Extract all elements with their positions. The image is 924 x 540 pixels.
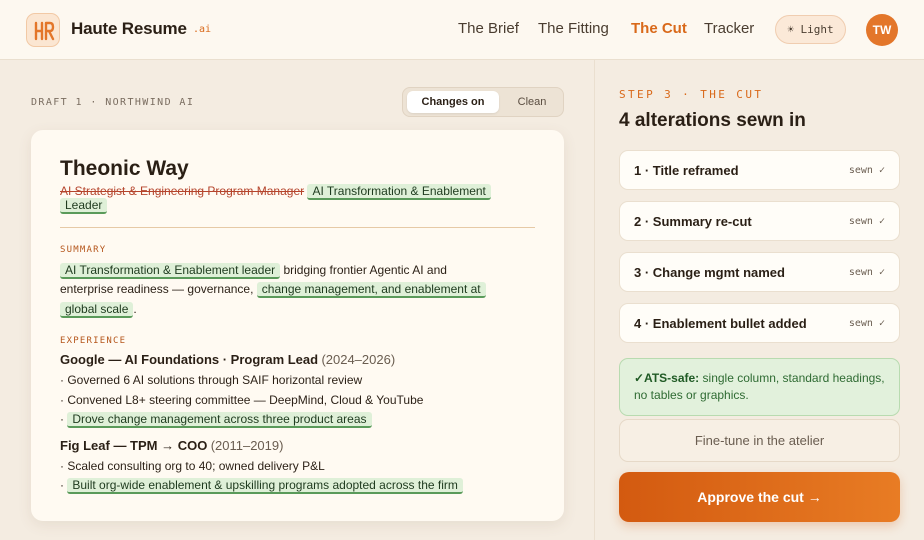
- ats-safe-notice: ✓ATS-safe: single column, standard headi…: [619, 358, 900, 416]
- job-bullet-added: · Built org-wide enablement & upskilling…: [60, 478, 463, 494]
- changes-on-button[interactable]: Changes on: [407, 91, 499, 113]
- added-summary-phrase: AI Transformation & Enablement leader: [60, 263, 281, 279]
- added-title: AI Transformation & Enablement: [307, 184, 491, 200]
- added-bullet: Built org-wide enablement & upskilling p…: [67, 478, 463, 494]
- fine-tune-button[interactable]: Fine-tune in the atelier: [619, 419, 900, 462]
- changes-toggle: Changes on Clean: [402, 87, 564, 117]
- nav-the-cut[interactable]: The Cut: [631, 20, 687, 37]
- added-summary-phrase: global scale: [60, 302, 134, 318]
- job-heading: Fig Leaf — TPM → COO (2011–2019): [60, 438, 283, 453]
- summary-text: bridging frontier Agentic AI and: [283, 263, 447, 277]
- added-bullet: Drove change management across three pro…: [67, 412, 372, 428]
- summary-heading: SUMMARY: [60, 245, 107, 255]
- alteration-card[interactable]: 2 · Summary re-cut sewn ✓: [619, 201, 900, 241]
- theme-toggle-button[interactable]: ☀ Light: [775, 15, 846, 44]
- app-header: Haute Resume .ai The Brief The Fitting T…: [0, 0, 924, 60]
- experience-heading: EXPERIENCE: [60, 336, 127, 346]
- step-title: 4 alterations sewn in: [619, 110, 806, 131]
- user-avatar[interactable]: TW: [866, 14, 898, 46]
- job-bullet: · Governed 6 AI solutions through SAIF h…: [60, 373, 363, 387]
- logo-icon[interactable]: [26, 13, 60, 47]
- brand-name: Haute Resume: [71, 19, 187, 38]
- alteration-title: 1 · Title reframed: [634, 163, 739, 178]
- alteration-title: 4 · Enablement bullet added: [634, 316, 807, 331]
- divider: [60, 227, 535, 228]
- summary-line-3: global scale.: [60, 302, 137, 318]
- alteration-title: 2 · Summary re-cut: [634, 214, 752, 229]
- job-years: (2011–2019): [210, 438, 284, 453]
- alteration-status: sewn ✓: [848, 318, 885, 329]
- alteration-status: sewn ✓: [848, 267, 885, 278]
- alteration-status: sewn ✓: [848, 216, 885, 227]
- summary-text: enterprise readiness — governance,: [60, 282, 254, 296]
- job-title: Fig Leaf — TPM → COO: [60, 438, 208, 453]
- nav-tracker[interactable]: Tracker: [704, 20, 754, 37]
- clean-button[interactable]: Clean: [503, 91, 561, 113]
- draft-label: DRAFT 1 · NORTHWIND AI: [31, 97, 195, 108]
- added-title-cont: Leader: [60, 198, 108, 214]
- ats-label: ✓ATS-safe:: [634, 371, 700, 385]
- alteration-card[interactable]: 1 · Title reframed sewn ✓: [619, 150, 900, 190]
- alteration-title: 3 · Change mgmt named: [634, 265, 785, 280]
- approve-button[interactable]: Approve the cut →: [619, 472, 900, 522]
- summary-line-2: enterprise readiness — governance, chang…: [60, 282, 486, 298]
- alteration-status: sewn ✓: [848, 165, 885, 176]
- resume-preview: Theonic Way AI Strategist & Engineering …: [31, 130, 564, 521]
- brand-suffix: .ai: [193, 24, 212, 35]
- job-years: (2024–2026): [321, 352, 396, 367]
- panel-divider: [594, 60, 595, 540]
- summary-line-1: AI Transformation & Enablement leader br…: [60, 263, 447, 279]
- title-line: AI Strategist & Engineering Program Mana…: [60, 184, 491, 200]
- job-title: Google — AI Foundations · Program Lead: [60, 352, 319, 367]
- alteration-card[interactable]: 4 · Enablement bullet added sewn ✓: [619, 303, 900, 343]
- bullet-dot: ·: [60, 478, 64, 492]
- alteration-card[interactable]: 3 · Change mgmt named sewn ✓: [619, 252, 900, 292]
- bullet-dot: ·: [60, 412, 64, 426]
- job-bullet: · Scaled consulting org to 40; owned del…: [60, 459, 325, 473]
- added-summary-phrase: change management, and enablement at: [256, 282, 486, 298]
- title-line-2: Leader: [60, 198, 108, 214]
- job-heading: Google — AI Foundations · Program Lead (…: [60, 352, 395, 367]
- resume-name: Theonic Way: [60, 157, 189, 180]
- removed-title: AI Strategist & Engineering Program Mana…: [60, 184, 305, 198]
- job-bullet: · Convened L8+ steering committee — Deep…: [60, 393, 424, 407]
- job-bullet-added: · Drove change management across three p…: [60, 412, 372, 428]
- step-label: STEP 3 · THE CUT: [619, 88, 764, 101]
- nav-the-fitting[interactable]: The Fitting: [538, 20, 609, 37]
- nav-the-brief[interactable]: The Brief: [458, 20, 519, 37]
- summary-text: .: [133, 302, 137, 316]
